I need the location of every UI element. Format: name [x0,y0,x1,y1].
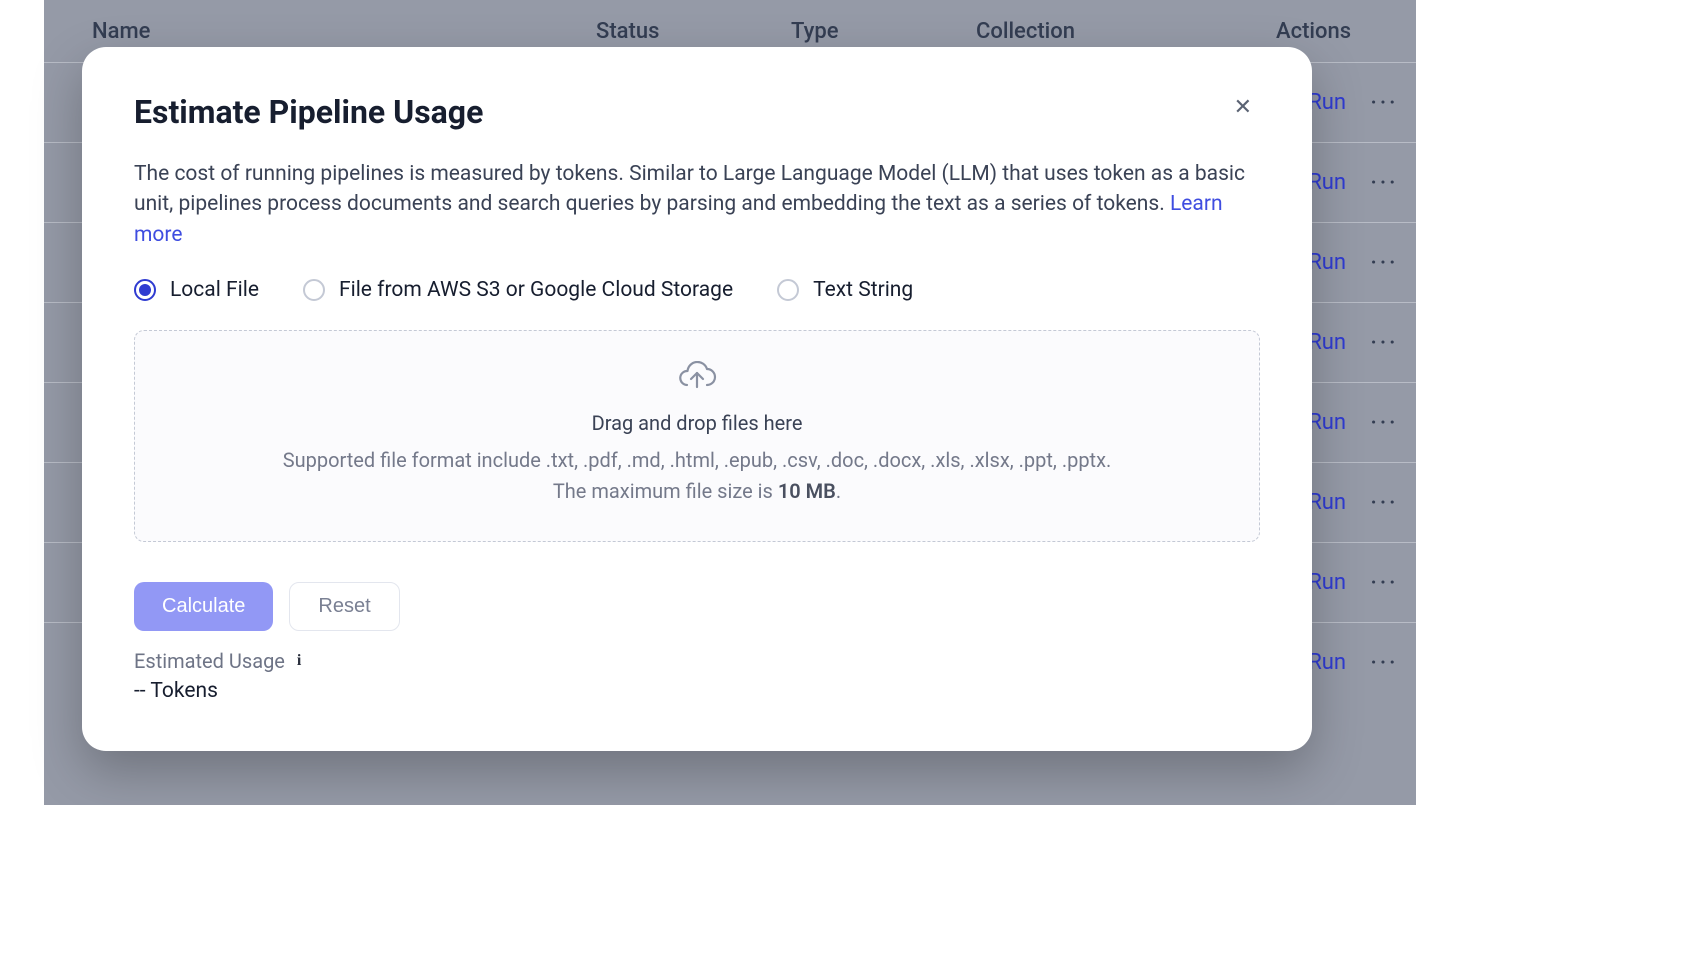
source-option-label: Local File [170,278,259,302]
radio-icon [303,279,325,301]
column-header-name: Name [56,19,596,44]
more-actions-icon[interactable]: ··· [1360,646,1408,679]
run-link[interactable]: Run [1308,650,1346,675]
more-actions-icon[interactable]: ··· [1360,166,1408,199]
modal-title: Estimate Pipeline Usage [134,93,483,131]
dropzone-subtext: Supported file format include .txt, .pdf… [155,445,1239,507]
run-link[interactable]: Run [1308,170,1346,195]
upload-cloud-icon [677,361,717,397]
estimated-usage-label: Estimated Usage [134,649,285,673]
modal-description-text: The cost of running pipelines is measure… [134,162,1245,216]
estimate-pipeline-usage-modal: Estimate Pipeline Usage ✕ The cost of ru… [82,47,1312,751]
dropzone-size-prefix: The maximum file size is [553,479,778,503]
estimated-usage-value: -- Tokens [134,679,1260,703]
info-icon[interactable]: i [297,652,301,670]
dropzone-title: Drag and drop files here [155,411,1239,435]
source-option-cloud[interactable]: File from AWS S3 or Google Cloud Storage [303,278,733,302]
modal-description: The cost of running pipelines is measure… [134,159,1260,250]
more-actions-icon[interactable]: ··· [1360,406,1408,439]
run-link[interactable]: Run [1308,570,1346,595]
column-header-collection: Collection [976,19,1276,44]
more-actions-icon[interactable]: ··· [1360,326,1408,359]
run-link[interactable]: Run [1308,490,1346,515]
source-option-text[interactable]: Text String [777,278,913,302]
dropzone-size-value: 10 MB [778,479,836,503]
source-option-label: Text String [813,278,913,302]
close-icon: ✕ [1234,95,1252,120]
source-option-label: File from AWS S3 or Google Cloud Storage [339,278,733,302]
calculate-button[interactable]: Calculate [134,582,273,631]
column-header-actions: Actions [1276,19,1404,44]
dropzone-size-suffix: . [836,479,841,503]
run-link[interactable]: Run [1308,330,1346,355]
more-actions-icon[interactable]: ··· [1360,566,1408,599]
run-link[interactable]: Run [1308,90,1346,115]
radio-icon [134,279,156,301]
column-header-status: Status [596,19,791,44]
source-option-local[interactable]: Local File [134,278,259,302]
reset-button[interactable]: Reset [289,582,399,631]
more-actions-icon[interactable]: ··· [1360,486,1408,519]
file-dropzone[interactable]: Drag and drop files here Supported file … [134,330,1260,542]
more-actions-icon[interactable]: ··· [1360,246,1408,279]
more-actions-icon[interactable]: ··· [1360,86,1408,119]
radio-icon [777,279,799,301]
source-type-radio-group: Local File File from AWS S3 or Google Clo… [134,278,1260,302]
run-link[interactable]: Run [1308,250,1346,275]
dropzone-formats: Supported file format include .txt, .pdf… [283,448,1112,472]
column-header-type: Type [791,19,976,44]
run-link[interactable]: Run [1308,410,1346,435]
close-button[interactable]: ✕ [1226,93,1260,123]
